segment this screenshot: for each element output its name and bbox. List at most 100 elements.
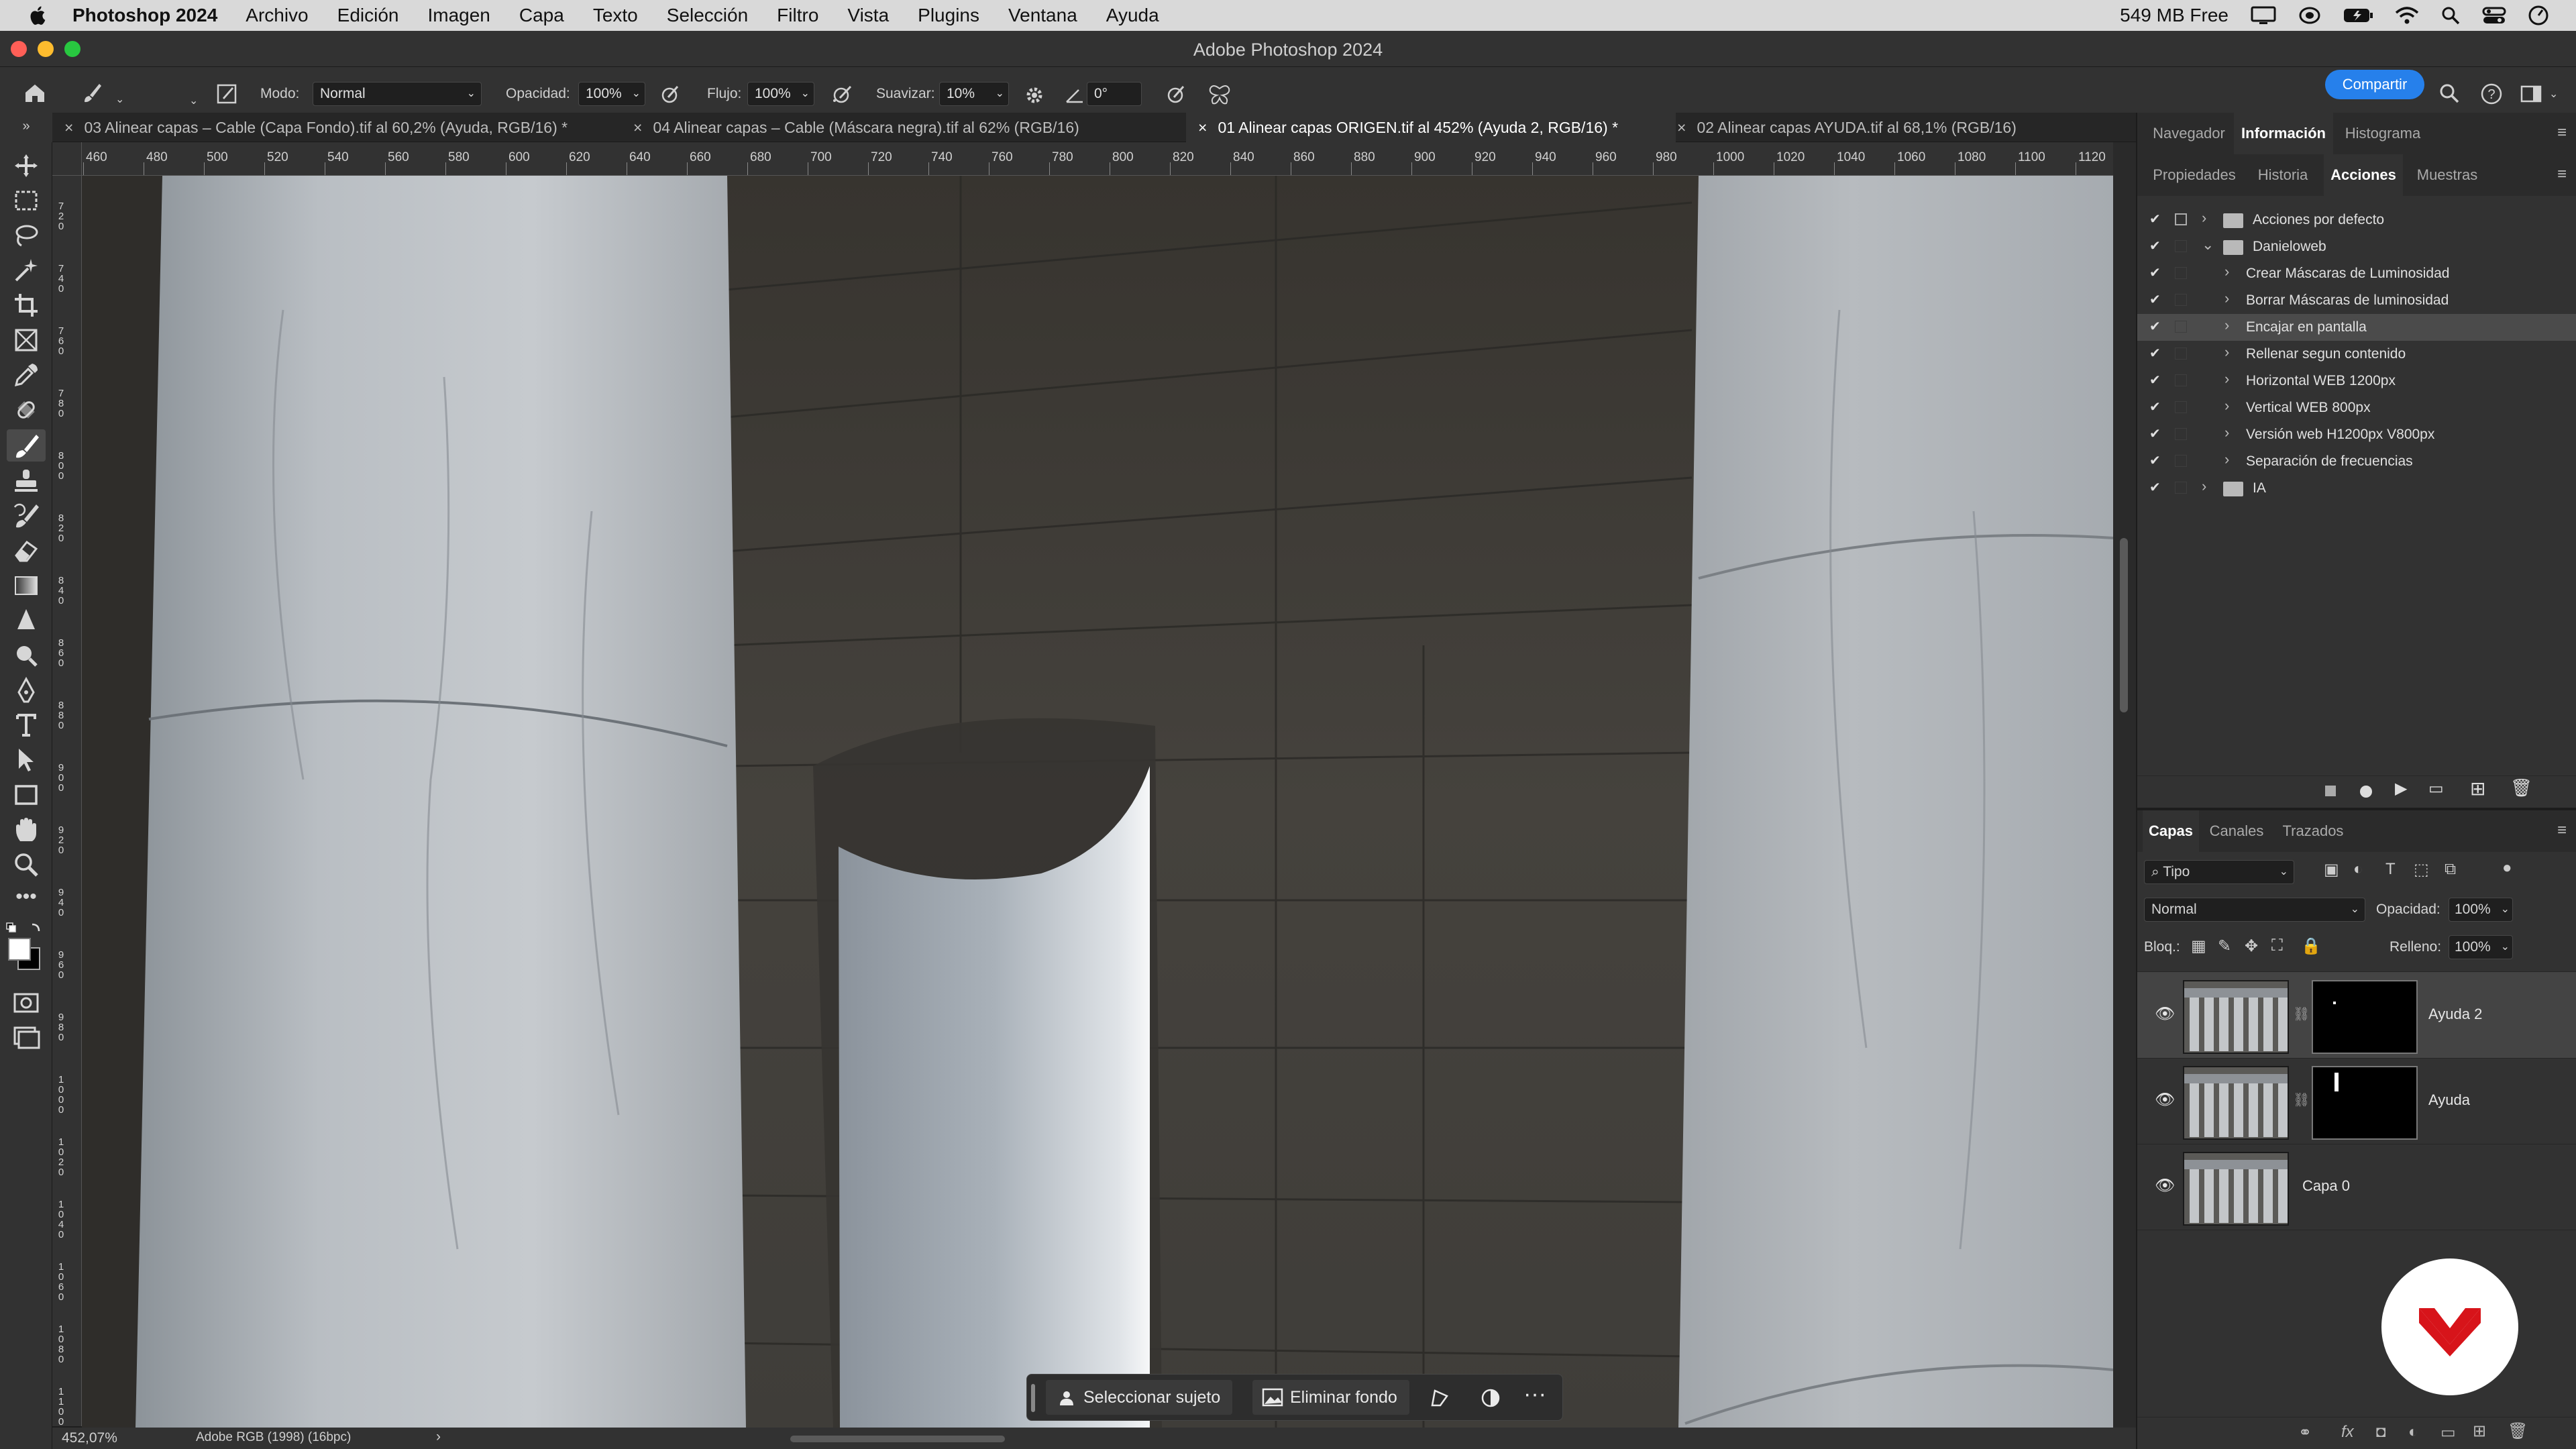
panel-menu-icon[interactable]: ≡ [2557,165,2567,184]
link-layers-icon[interactable]: ⚭ [2298,1423,2312,1442]
dialog-toggle-icon[interactable] [2175,428,2187,440]
display-icon[interactable] [2250,5,2277,25]
menu-capa[interactable]: Capa [519,5,564,26]
pressure-size-icon[interactable] [1166,85,1187,105]
tab-acciones[interactable]: Acciones [2324,154,2403,196]
vertical-scrollbar-thumb[interactable] [2120,538,2128,712]
hand-tool-icon[interactable] [12,816,40,844]
transform-icon[interactable] [1430,1388,1450,1408]
flow-chevron-icon[interactable]: ⌄ [801,83,810,105]
more-options-icon[interactable]: ··· [1523,1381,1546,1407]
lock-image-pixels-icon[interactable]: ✎ [2218,936,2231,956]
path-selection-tool-icon[interactable] [12,746,40,774]
ruler-origin[interactable] [52,142,82,176]
clone-stamp-tool-icon[interactable] [12,467,40,495]
action-set-row[interactable]: ✔ › IA [2137,475,2576,502]
new-action-icon[interactable]: ⊞ [2470,777,2485,800]
check-icon[interactable]: ✔ [2149,479,2161,496]
tab-navegador[interactable]: Navegador [2147,113,2231,154]
close-tab-icon[interactable]: × [1677,119,1686,136]
clock-icon[interactable] [2528,5,2549,26]
gradient-tool-icon[interactable] [12,572,40,600]
chevron-right-icon[interactable]: › [2224,451,2229,468]
tab-informacion[interactable]: Información [2234,113,2333,154]
filter-shape-icon[interactable]: ⬚ [2414,860,2429,879]
blend-mode-select[interactable]: Normal ⌄ [2144,898,2365,922]
brush-chevron-down-icon[interactable]: ⌄ [189,94,198,107]
eyedropper-tool-icon[interactable] [12,361,40,389]
lock-artboard-icon[interactable]: ⛶ [2271,936,2283,955]
tab-trazados[interactable]: Trazados [2275,810,2351,852]
chevron-right-icon[interactable]: › [2202,478,2206,495]
horizontal-ruler[interactable]: 460 480 500 520 540 560 580 600 620 640 660 680 700 7… [52,142,2113,176]
layer-name[interactable]: Ayuda 2 [2428,1006,2482,1023]
filter-adjustment-icon[interactable]: ◐ [2353,860,2363,879]
symmetry-butterfly-icon[interactable] [1208,83,1232,106]
chevron-right-icon[interactable]: › [2224,290,2229,307]
layer-opacity-field[interactable]: 100% ⌄ [2449,898,2513,922]
new-group-icon[interactable]: ▭ [2440,1423,2456,1442]
tab-capas[interactable]: Capas [2143,810,2199,852]
adjustment-icon[interactable] [1481,1388,1501,1408]
status-chevron-right-icon[interactable]: › [436,1429,441,1445]
chevron-right-icon[interactable]: › [2202,209,2206,227]
tab-muestras[interactable]: Muestras [2406,154,2489,196]
chevron-right-icon[interactable]: › [2224,343,2229,361]
new-adjustment-icon[interactable]: ◐ [2408,1423,2418,1442]
document-tab[interactable]: × 04 Alinear capas – Cable (Máscara negra… [621,113,1197,142]
visibility-eye-icon[interactable]: 👁 [2155,1004,2175,1024]
angle-field[interactable]: 0° [1087,82,1142,106]
layer-name[interactable]: Capa 0 [2302,1177,2350,1195]
action-row[interactable]: ✔ › Borrar Máscaras de luminosidad [2137,287,2576,314]
spotlight-search-icon[interactable] [2440,5,2461,25]
chevron-right-icon[interactable]: › [2224,397,2229,415]
fill-chevron-icon[interactable]: ⌄ [2501,936,2510,959]
chevron-down-icon[interactable]: ⌄ [2202,236,2214,254]
zoom-level[interactable]: 452,07% [62,1430,117,1446]
visibility-eye-icon[interactable]: 👁 [2155,1176,2175,1195]
check-icon[interactable]: ✔ [2149,425,2161,442]
chevron-right-icon[interactable]: › [2224,263,2229,280]
preset-chevron-down-icon[interactable]: ⌄ [115,93,124,106]
brush-tool-icon[interactable] [12,432,40,460]
layer-thumbnail[interactable] [2183,1152,2289,1226]
control-center-icon[interactable] [2482,5,2506,25]
remove-background-button[interactable]: Eliminar fondo [1252,1380,1409,1415]
check-icon[interactable]: ✔ [2149,398,2161,415]
horizontal-scrollbar[interactable] [790,1436,1005,1442]
marquee-tool-icon[interactable] [12,186,40,215]
workspace-icon[interactable] [2520,83,2544,105]
dialog-toggle-icon[interactable] [2175,240,2187,252]
check-icon[interactable]: ✔ [2149,372,2161,388]
tab-propiedades[interactable]: Propiedades [2147,154,2242,196]
layer-row[interactable]: 👁 Capa 0 [2137,1144,2576,1230]
pressure-opacity-icon[interactable] [660,85,682,105]
check-icon[interactable]: ✔ [2149,211,2161,227]
search-icon[interactable] [2438,82,2461,105]
brush-tool-preset-icon[interactable] [80,82,103,105]
vertical-scrollbar-track[interactable] [2113,142,2136,1428]
action-row[interactable]: ✔ › Rellenar segun contenido [2137,341,2576,368]
blur-tool-icon[interactable] [12,606,40,635]
eraser-tool-icon[interactable] [12,537,40,565]
drag-handle[interactable] [1031,1384,1035,1412]
add-mask-icon[interactable]: ◘ [2376,1423,2386,1442]
tab-histograma[interactable]: Histograma [2336,113,2430,154]
home-icon[interactable] [23,82,47,105]
document-canvas[interactable] [82,176,2113,1428]
document-tab[interactable]: × 02 Alinear capas AYUDA.tif al 68,1% (RG… [1665,113,2147,142]
smoothing-options-gear-icon[interactable] [1024,85,1045,106]
visibility-eye-icon[interactable]: 👁 [2155,1090,2175,1110]
mode-select[interactable]: Normal ⌄ [313,82,482,106]
history-brush-tool-icon[interactable] [12,502,40,530]
layer-name[interactable]: Ayuda [2428,1091,2470,1109]
filter-type-icon[interactable]: T [2385,860,2396,879]
close-tab-icon[interactable]: × [1198,119,1207,136]
action-row[interactable]: ✔ › Versión web H1200px V800px [2137,421,2576,448]
action-row[interactable]: ✔ › Separación de frecuencias [2137,448,2576,475]
object-selection-tool-icon[interactable] [12,256,40,284]
creative-cloud-icon[interactable] [2298,5,2321,25]
action-row[interactable]: ✔ › Encajar en pantalla [2137,314,2576,341]
dialog-toggle-icon[interactable] [2175,294,2187,306]
menu-ventana[interactable]: Ventana [1008,5,1077,26]
